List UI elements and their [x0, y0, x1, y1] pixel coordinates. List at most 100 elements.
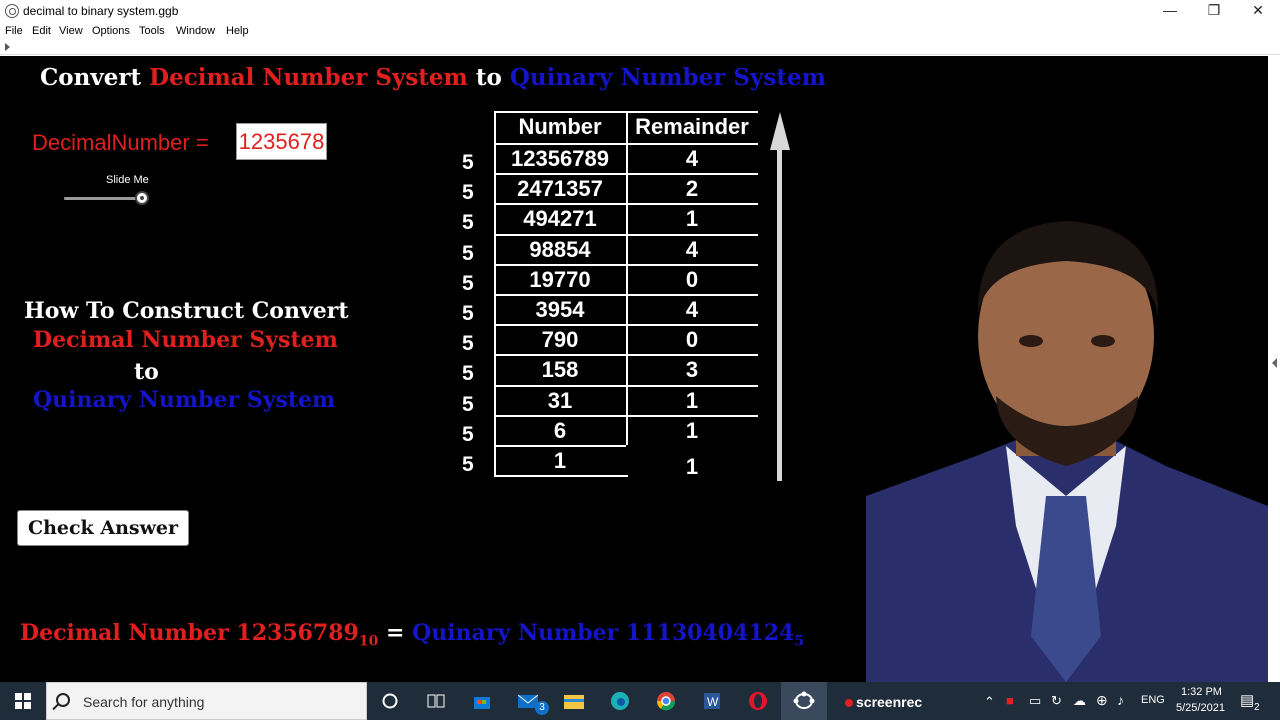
slider-label: Slide Me — [106, 174, 149, 186]
notification-icon[interactable]: ▤ — [1240, 691, 1254, 709]
task-view-icon[interactable] — [413, 682, 459, 720]
taskbar: Search for anything 3 W screenrec ⌃ ■ ▭ … — [0, 682, 1280, 720]
cell-number: 98854 — [529, 236, 591, 262]
close-button[interactable]: ✕ — [1236, 0, 1280, 22]
cortana-icon[interactable] — [367, 682, 413, 720]
divisor-label: 5 — [462, 211, 474, 235]
divisor-label: 5 — [462, 422, 474, 446]
record-dot-icon — [845, 699, 853, 707]
cell-number: 790 — [541, 327, 579, 353]
menu-tools[interactable]: Tools — [139, 25, 165, 37]
clock-date[interactable]: 5/25/2021 — [1176, 702, 1225, 714]
slider-fill — [64, 197, 142, 200]
check-answer-button[interactable]: Check Answer — [17, 510, 189, 546]
menu-edit[interactable]: Edit — [32, 25, 51, 37]
sidebar-toggle-strip — [1268, 56, 1280, 682]
cell-number: 494271 — [523, 206, 597, 232]
cell-number: 6 — [553, 417, 567, 443]
cell-remainder: 4 — [685, 236, 699, 262]
cell-number: 1 — [553, 448, 567, 473]
cell-remainder: 3 — [685, 357, 699, 383]
heading-to: to — [467, 64, 510, 91]
divisor-label: 5 — [462, 151, 474, 174]
result-decimal-value: Decimal Number 12356789 — [20, 620, 359, 646]
cell-remainder: 1 — [685, 206, 699, 232]
presenter-photo — [866, 166, 1268, 682]
result-decimal: Decimal Number 1235678910 — [20, 620, 379, 650]
divisor-label: 5 — [462, 453, 474, 476]
page-heading: Convert Decimal Number System to Quinary… — [40, 64, 826, 91]
howto-line-3: to — [134, 359, 159, 385]
divisor-label: 5 — [462, 332, 474, 356]
menu-help[interactable]: Help — [226, 25, 249, 37]
graphics-view[interactable]: Convert Decimal Number System to Quinary… — [0, 56, 1268, 682]
search-icon — [56, 693, 70, 707]
geogebra-taskbar-icon[interactable] — [781, 682, 827, 720]
cell-remainder: 1 — [685, 387, 699, 413]
menu-view[interactable]: View — [59, 25, 83, 37]
collapse-arrow-icon[interactable] — [1272, 358, 1277, 368]
screenrec-watermark: screenrec — [845, 694, 922, 710]
divisor-label: 5 — [462, 241, 474, 265]
window-title: decimal to binary system.ggb — [23, 4, 179, 18]
heading-convert: Convert — [40, 64, 150, 91]
cell-remainder: 4 — [685, 297, 699, 322]
battery-icon[interactable]: ▭ — [1029, 693, 1041, 709]
mail-badge: 3 — [535, 701, 549, 715]
tray-app-icon[interactable]: ■ — [1006, 693, 1014, 708]
search-placeholder: Search for anything — [83, 694, 205, 710]
sync-icon[interactable]: ↻ — [1051, 693, 1062, 709]
slider-handle[interactable] — [135, 191, 149, 205]
slider-track[interactable] — [64, 197, 142, 200]
result-equals: = — [378, 620, 413, 646]
menu-options[interactable]: Options — [92, 25, 130, 37]
up-arrow-shaft — [777, 146, 782, 481]
heading-decimal: Decimal Number System — [149, 64, 468, 91]
divisor-label: 5 — [462, 302, 474, 325]
divisor-label: 5 — [462, 181, 474, 205]
mail-icon[interactable]: 3 — [505, 682, 551, 720]
maximize-button[interactable]: ❐ — [1192, 0, 1236, 22]
result-quinary-value: Quinary Number 11130404124 — [412, 620, 795, 646]
screenrec-label: screenrec — [856, 694, 923, 710]
taskbar-search[interactable]: Search for anything — [46, 682, 367, 720]
menu-file[interactable]: File — [5, 25, 23, 37]
minimize-button[interactable]: — — [1148, 0, 1192, 22]
divisor-label: 5 — [462, 271, 474, 295]
header-number: Number — [518, 114, 602, 139]
clock-time[interactable]: 1:32 PM — [1181, 686, 1222, 698]
cell-number: 19770 — [529, 266, 591, 292]
volume-icon[interactable]: ♪ — [1117, 692, 1124, 708]
tray-chevron-icon[interactable]: ⌃ — [984, 694, 995, 710]
table-top-border — [494, 111, 758, 113]
cell-number: 31 — [547, 387, 573, 413]
cell-remainder: 4 — [685, 146, 699, 171]
result-quinary-base: 5 — [794, 633, 805, 650]
svg-text:W: W — [707, 695, 719, 709]
edge-icon[interactable] — [597, 682, 643, 720]
chrome-icon[interactable] — [643, 682, 689, 720]
cell-number: 2471357 — [517, 176, 603, 202]
title-bar: decimal to binary system.ggb — ❐ ✕ — [0, 0, 1280, 22]
word-icon[interactable]: W — [689, 682, 735, 720]
store-icon[interactable] — [459, 682, 505, 720]
file-explorer-icon[interactable] — [551, 682, 597, 720]
expand-toolbar-icon[interactable] — [5, 43, 10, 51]
result-equation: Decimal Number 1235678910 = Quinary Numb… — [20, 620, 804, 649]
language-indicator[interactable]: ENG — [1141, 694, 1165, 706]
opera-icon[interactable] — [735, 682, 781, 720]
toolbar-strip — [0, 41, 1280, 55]
decimal-number-input[interactable]: 1235678 — [236, 123, 327, 160]
howto-line-2: Decimal Number System — [33, 327, 338, 353]
cloud-icon[interactable]: ☁ — [1073, 693, 1086, 709]
network-icon[interactable]: ⊕ — [1096, 692, 1108, 709]
windows-start-icon[interactable] — [0, 682, 46, 720]
up-arrow-icon — [770, 112, 790, 150]
menu-window[interactable]: Window — [176, 25, 215, 37]
geogebra-app-icon — [5, 4, 19, 18]
cell-number: 3954 — [535, 297, 585, 322]
result-decimal-base: 10 — [358, 633, 379, 650]
divisor-label: 5 — [462, 392, 474, 416]
menu-bar: File Edit View Options Tools Window Help — [0, 22, 1280, 41]
cell-remainder: 1 — [685, 454, 699, 479]
